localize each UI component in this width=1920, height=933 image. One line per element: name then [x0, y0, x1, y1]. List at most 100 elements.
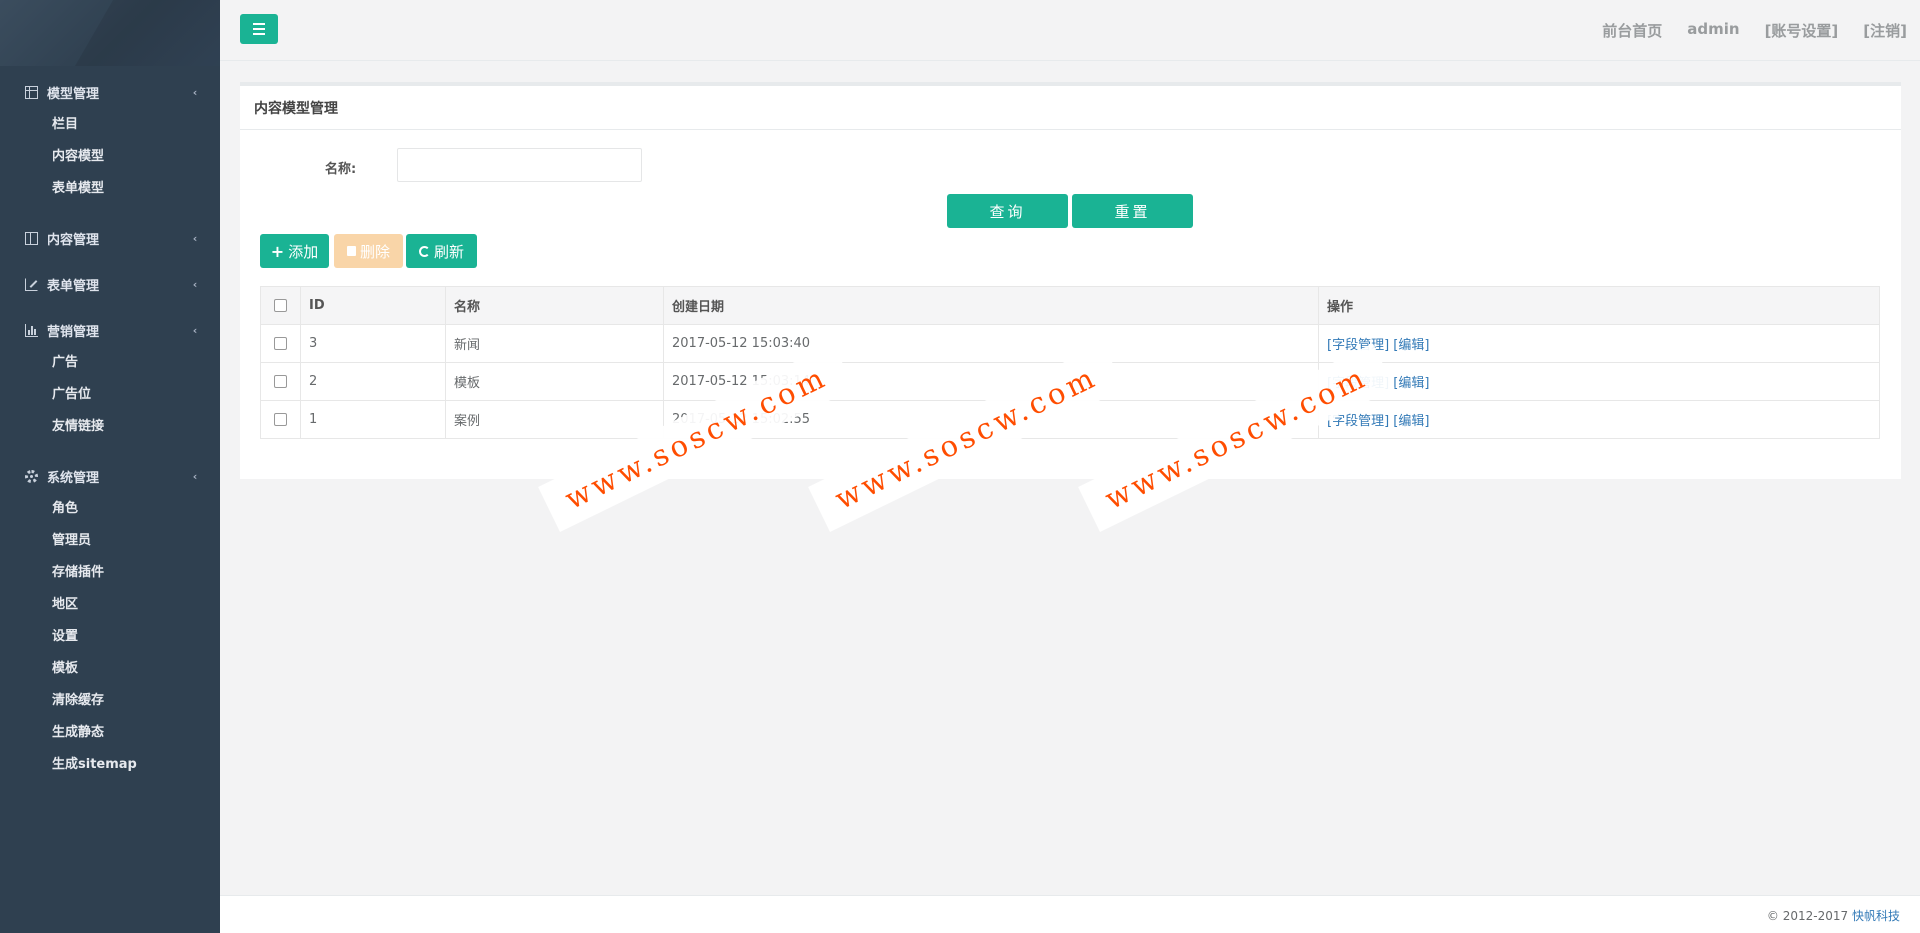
username-link[interactable]: admin — [1687, 20, 1739, 41]
chevron-left-icon: ‹ — [192, 85, 198, 99]
nav-group-label: 营销管理 — [47, 324, 100, 340]
sidebar-item-friend-link[interactable]: 友情链接 — [0, 411, 220, 443]
sidebar-nav: 模型管理 ‹ 栏目 内容模型 表单模型 内容管理 ‹ 表单管理 ‹ 营销管理 ‹… — [0, 66, 220, 787]
topbar: 前台首页 admin [账号设置] [注销] — [220, 0, 1920, 61]
sidebar-item-settings[interactable]: 设置 — [0, 621, 220, 653]
nav-group-label: 内容管理 — [47, 232, 100, 248]
header-id[interactable]: ID — [300, 286, 446, 325]
trash-icon — [346, 246, 356, 256]
nav-group-system: 系统管理 ‹ 角色 管理员 存储插件 地区 设置 模板 清除缓存 生成静态 生成… — [0, 449, 220, 787]
row-check-cell — [260, 324, 301, 363]
nav-sub-model: 栏目 内容模型 表单模型 — [0, 105, 220, 211]
frontend-home-link[interactable]: 前台首页 — [1602, 20, 1662, 41]
field-manage-link[interactable]: [字段管理] — [1327, 414, 1389, 429]
sidebar-item-column[interactable]: 栏目 — [0, 109, 220, 141]
nav-group-content: 内容管理 ‹ — [0, 211, 220, 251]
cell-created: 2017-05-12 15:03:40 — [663, 324, 1319, 363]
delete-button-label: 删除 — [359, 242, 390, 261]
nav-group-label: 模型管理 — [47, 86, 100, 102]
chevron-left-icon: ‹ — [192, 277, 198, 291]
header-created[interactable]: 创建日期 — [663, 286, 1319, 325]
row-checkbox[interactable] — [274, 337, 287, 350]
logout-link[interactable]: [注销] — [1863, 20, 1907, 41]
search-name-input[interactable] — [397, 148, 642, 182]
select-all-cell — [260, 286, 301, 325]
account-settings-link[interactable]: [账号设置] — [1765, 20, 1839, 41]
refresh-button-label: 刷新 — [433, 242, 464, 261]
copyright-text: © 2012-2017 — [1766, 909, 1849, 923]
cell-name: 新闻 — [445, 324, 664, 363]
sidebar-item-admin[interactable]: 管理员 — [0, 525, 220, 557]
sidebar: 模型管理 ‹ 栏目 内容模型 表单模型 内容管理 ‹ 表单管理 ‹ 营销管理 ‹… — [0, 0, 220, 933]
nav-sub-system: 角色 管理员 存储插件 地区 设置 模板 清除缓存 生成静态 生成sitemap — [0, 489, 220, 787]
sidebar-item-clear-cache[interactable]: 清除缓存 — [0, 685, 220, 717]
sidebar-item-generate-sitemap[interactable]: 生成sitemap — [0, 749, 220, 781]
sidebar-item-role[interactable]: 角色 — [0, 493, 220, 525]
footer: © 2012-2017 快帆科技 — [220, 895, 1920, 933]
table-header-row: ID 名称 创建日期 操作 — [260, 286, 1880, 325]
query-button[interactable]: 查询 — [947, 194, 1068, 228]
edit-link[interactable]: [编辑] — [1393, 376, 1429, 391]
chevron-left-icon: ‹ — [192, 323, 198, 337]
sidebar-item-generate-static[interactable]: 生成静态 — [0, 717, 220, 749]
menu-toggle-button[interactable] — [240, 14, 278, 44]
table-row: 3 新闻 2017-05-12 15:03:40 [字段管理] [编辑] — [260, 324, 1880, 363]
sidebar-item-template[interactable]: 模板 — [0, 653, 220, 685]
nav-group-marketing-head[interactable]: 营销管理 ‹ — [0, 317, 220, 343]
chevron-left-icon: ‹ — [192, 469, 198, 483]
plus-icon: + — [270, 241, 285, 261]
search-row: 名称: — [240, 148, 1901, 188]
cell-created: 2017-05-12 15:02:55 — [663, 400, 1319, 439]
nav-group-model: 模型管理 ‹ 栏目 内容模型 表单模型 — [0, 66, 220, 211]
panel-title: 内容模型管理 — [240, 86, 1901, 130]
hamburger-icon-bar — [253, 23, 265, 25]
reset-button[interactable]: 重置 — [1072, 194, 1193, 228]
row-checkbox[interactable] — [274, 413, 287, 426]
field-manage-link[interactable]: [字段管理] — [1327, 376, 1389, 391]
cell-ops: [字段管理] [编辑] — [1318, 400, 1880, 439]
model-table: ID 名称 创建日期 操作 3 新闻 2017-05-12 15:03:40 [… — [260, 286, 1880, 439]
chevron-left-icon: ‹ — [192, 231, 198, 245]
refresh-button[interactable]: 刷新 — [406, 234, 477, 268]
table-row: 2 模板 2017-05-12 15:03:14 [字段管理] [编辑] — [260, 362, 1880, 401]
sidebar-item-storage-plugin[interactable]: 存储插件 — [0, 557, 220, 589]
nav-group-system-head[interactable]: 系统管理 ‹ — [0, 463, 220, 489]
nav-group-marketing: 营销管理 ‹ 广告 广告位 友情链接 — [0, 297, 220, 449]
hamburger-icon-bar — [253, 33, 265, 35]
cell-ops: [字段管理] [编辑] — [1318, 324, 1880, 363]
edit-icon — [25, 277, 38, 291]
sidebar-item-form-model[interactable]: 表单模型 — [0, 173, 220, 205]
cell-created: 2017-05-12 15:03:14 — [663, 362, 1319, 401]
cell-ops: [字段管理] [编辑] — [1318, 362, 1880, 401]
add-button[interactable]: + 添加 — [260, 234, 329, 268]
nav-sub-marketing: 广告 广告位 友情链接 — [0, 343, 220, 449]
header-name[interactable]: 名称 — [445, 286, 664, 325]
select-all-checkbox[interactable] — [274, 299, 287, 312]
row-check-cell — [260, 400, 301, 439]
sidebar-item-ad[interactable]: 广告 — [0, 347, 220, 379]
sidebar-item-content-model[interactable]: 内容模型 — [0, 141, 220, 173]
cell-id: 2 — [300, 362, 446, 401]
nav-group-model-head[interactable]: 模型管理 ‹ — [0, 79, 220, 105]
header-ops: 操作 — [1318, 286, 1880, 325]
company-link[interactable]: 快帆科技 — [1852, 909, 1900, 923]
cell-name: 案例 — [445, 400, 664, 439]
row-checkbox[interactable] — [274, 375, 287, 388]
top-links: 前台首页 admin [账号设置] [注销] — [1602, 20, 1907, 41]
sidebar-item-region[interactable]: 地区 — [0, 589, 220, 621]
columns-icon — [25, 231, 38, 245]
bar-chart-icon — [25, 323, 38, 337]
nav-group-label: 表单管理 — [47, 278, 100, 294]
sidebar-item-ad-position[interactable]: 广告位 — [0, 379, 220, 411]
content-panel: 内容模型管理 名称: 查询 重置 + 添加 删除 刷新 ID 名称 创建日期 操… — [240, 82, 1901, 479]
edit-link[interactable]: [编辑] — [1393, 338, 1429, 353]
row-check-cell — [260, 362, 301, 401]
nav-group-form-head[interactable]: 表单管理 ‹ — [0, 271, 220, 297]
table-icon — [25, 85, 38, 99]
delete-button[interactable]: 删除 — [334, 234, 403, 268]
nav-group-label: 系统管理 — [47, 470, 100, 486]
field-manage-link[interactable]: [字段管理] — [1327, 338, 1389, 353]
nav-group-content-head[interactable]: 内容管理 ‹ — [0, 225, 220, 251]
gear-icon — [25, 469, 38, 483]
edit-link[interactable]: [编辑] — [1393, 414, 1429, 429]
